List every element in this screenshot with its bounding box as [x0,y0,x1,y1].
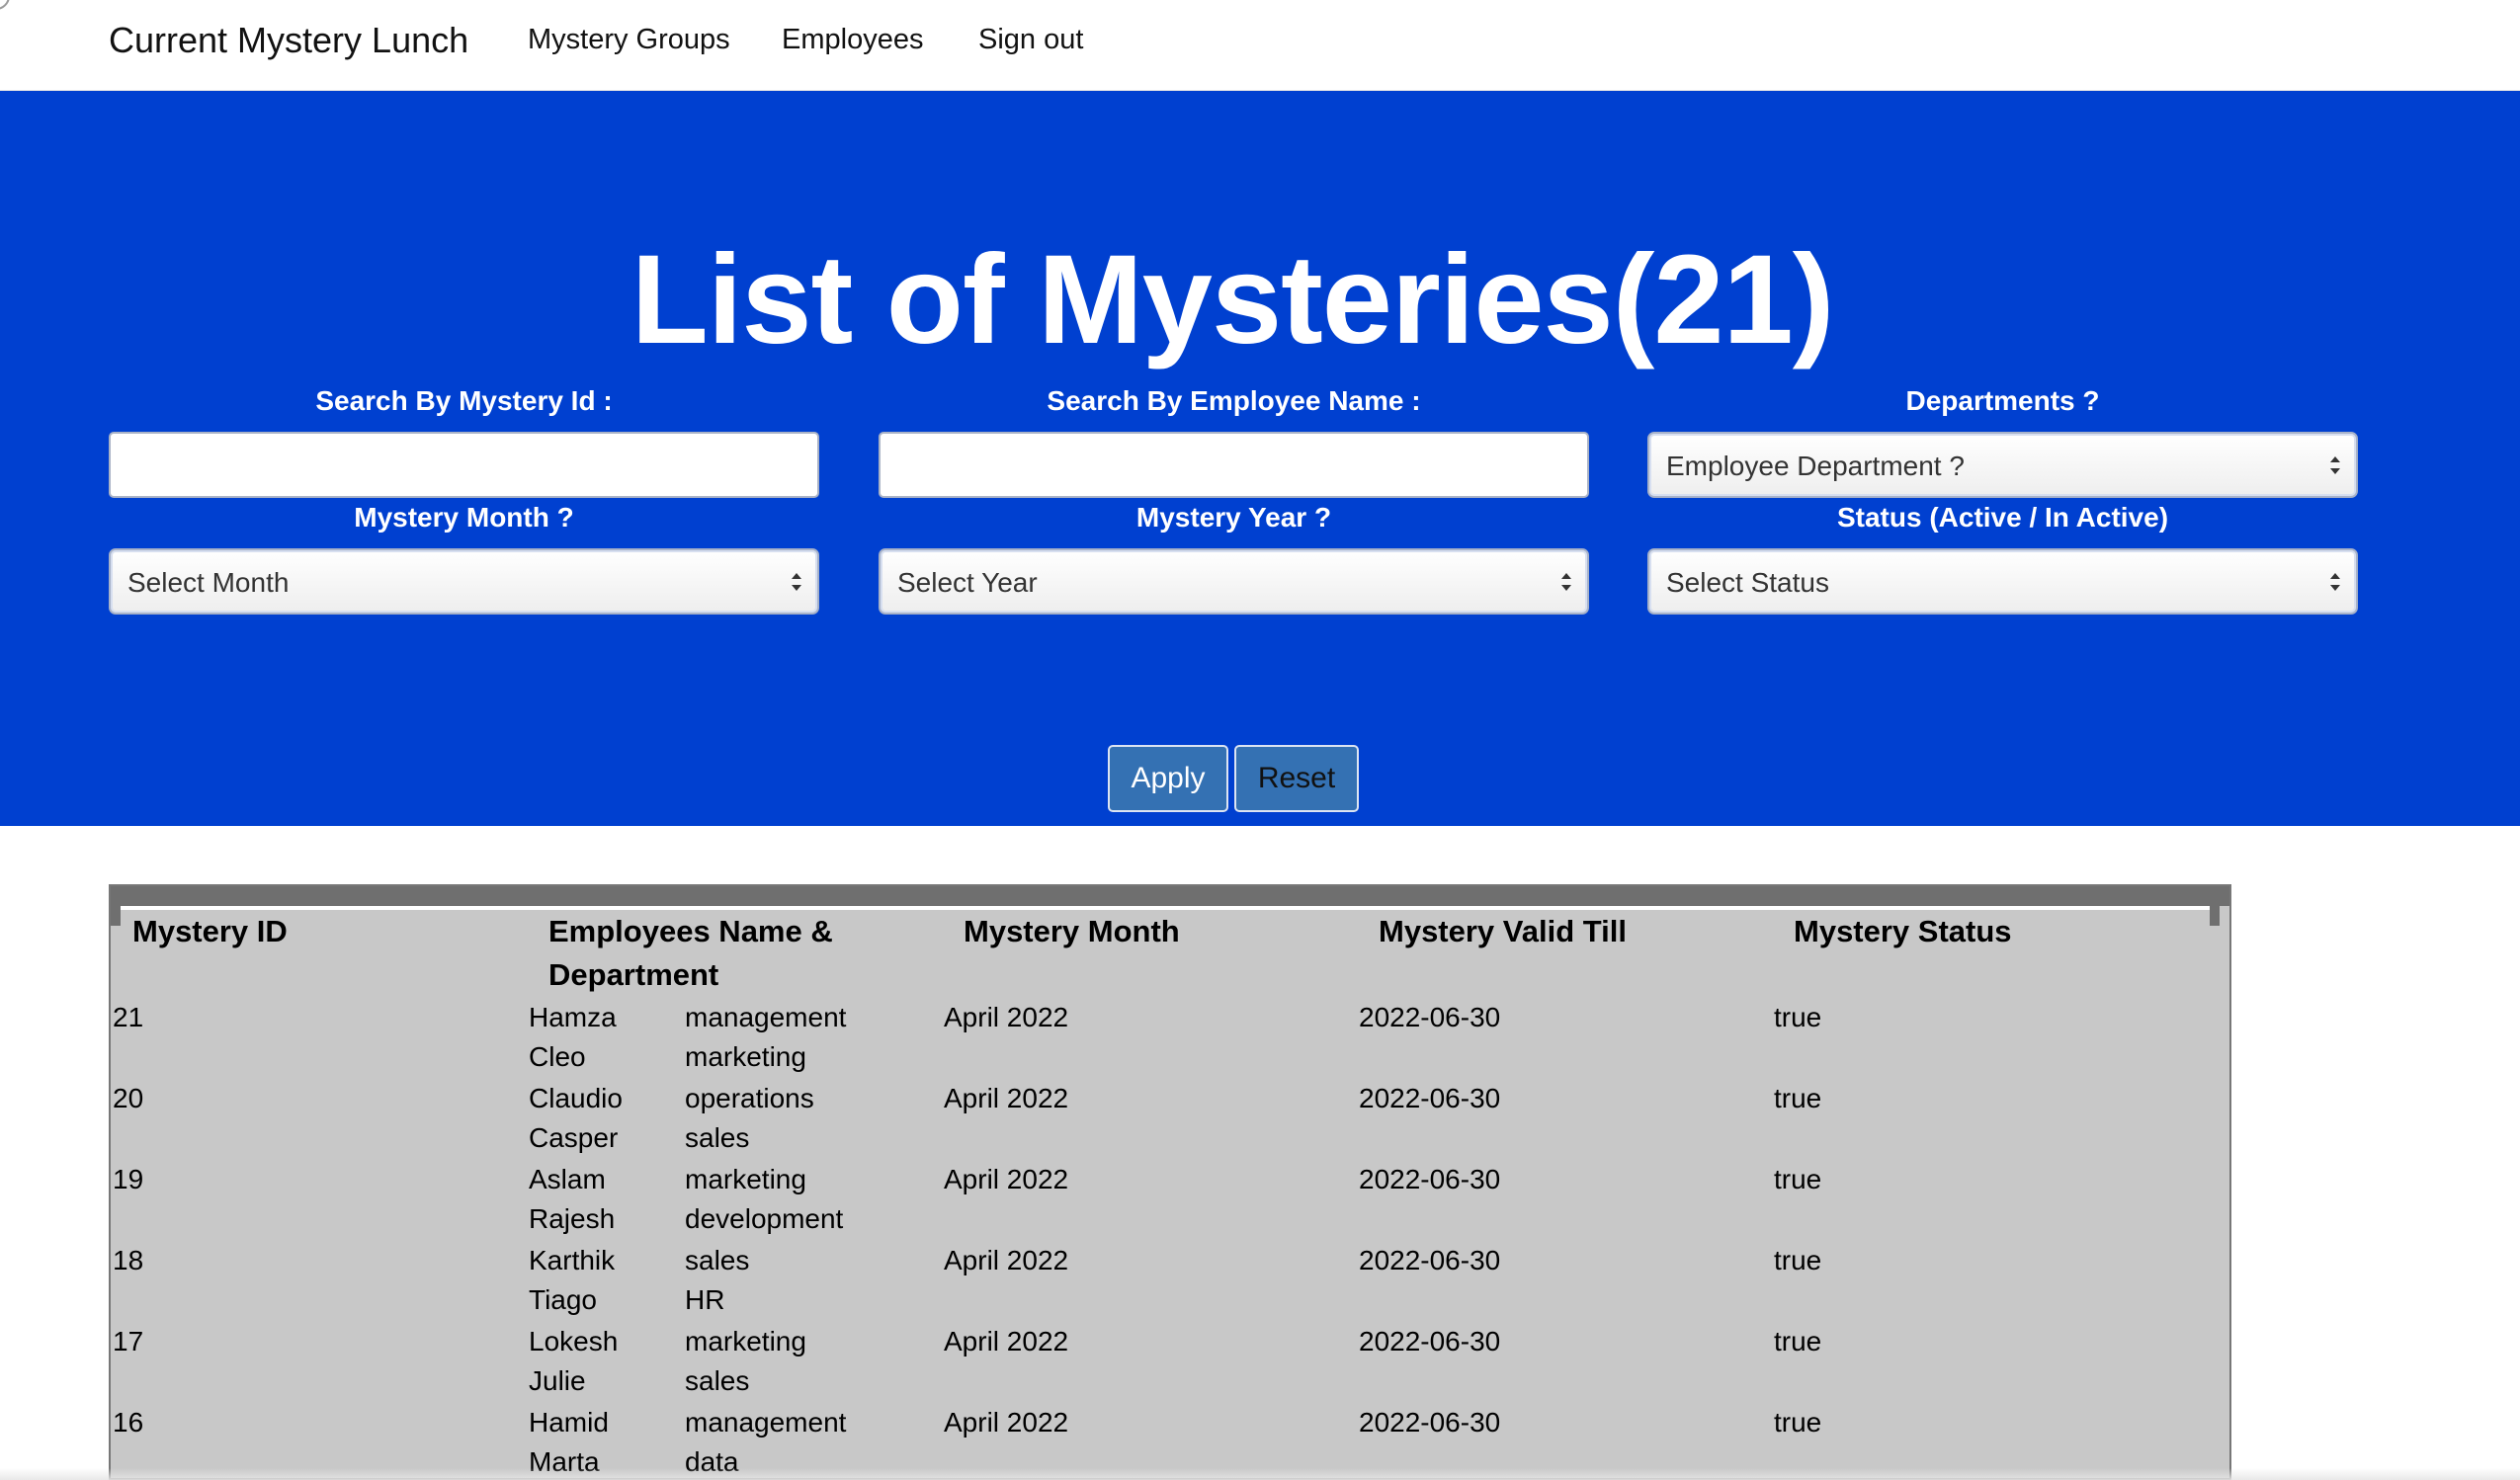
nav-link-mystery-groups[interactable]: Mystery Groups [528,24,730,56]
cell-mystery-id: 18 [113,1245,144,1275]
reset-button[interactable]: Reset [1234,745,1359,812]
table-corner-left [111,906,121,926]
nav-link-sign-out[interactable]: Sign out [978,24,1083,56]
bottom-edge [0,1468,2520,1480]
status-select-value: Select Status [1666,567,1829,598]
status-label: Status (Active / In Active) [1836,502,2169,533]
cell-mystery-status: true [1774,1326,1822,1357]
cell-employee-name: Cleo [529,1041,586,1072]
cell-employee-name: Hamza [529,1002,617,1032]
month-select-value: Select Month [127,567,290,598]
cell-employee-name: Tiago [529,1284,598,1315]
cell-mystery-status: true [1774,1164,1822,1194]
month-select[interactable]: Select Month [109,548,819,615]
header-employees-department: Employees Name & Department [548,914,833,992]
cell-mystery-status: true [1774,1245,1822,1275]
cell-mystery-month: April 2022 [944,1407,1069,1438]
cell-employee-name: Casper [529,1122,619,1153]
cell-mystery-status: true [1774,1002,1822,1032]
cell-valid-till: 2022-06-30 [1359,1407,1501,1438]
cell-employee-department: operations [685,1083,814,1113]
cell-mystery-status: true [1774,1083,1822,1113]
table-corner-right [2210,906,2220,926]
cell-mystery-month: April 2022 [944,1083,1069,1113]
nav-link-employees[interactable]: Employees [782,24,923,56]
mysteries-table: Mystery ID Employees Name & Department M… [109,884,2231,1480]
header-valid-till: Mystery Valid Till [1379,914,1627,948]
cell-valid-till: 2022-06-30 [1359,1164,1501,1194]
employee-name-label: Search By Employee Name : [1047,385,1421,416]
select-arrows-icon [1561,573,1571,591]
header-mystery-month: Mystery Month [964,914,1180,948]
cell-employee-department: marketing [685,1164,806,1194]
mystery-id-label: Search By Mystery Id : [315,385,613,416]
cell-employee-department: sales [685,1365,750,1396]
mystery-year-label: Mystery Year ? [1135,502,1332,533]
mystery-month-label: Mystery Month ? [354,502,574,533]
cell-mystery-id: 17 [113,1326,144,1357]
select-arrows-icon [792,573,801,591]
status-select[interactable]: Select Status [1647,548,2358,615]
cell-valid-till: 2022-06-30 [1359,1245,1501,1275]
select-arrows-icon [2330,456,2340,474]
cell-mystery-id: 16 [113,1407,144,1438]
cell-employee-name: Lokesh [529,1326,619,1357]
cell-employee-name: Hamid [529,1407,609,1438]
cell-valid-till: 2022-06-30 [1359,1083,1501,1113]
cell-employee-department: HR [685,1284,725,1315]
cell-employee-name: Karthik [529,1245,616,1275]
cell-employee-name: Claudio [529,1083,623,1113]
brand-link[interactable]: Current Mystery Lunch [109,20,468,61]
cell-mystery-month: April 2022 [944,1326,1069,1357]
cell-valid-till: 2022-06-30 [1359,1326,1501,1357]
filter-panel: List of Mysteries(21) Search By Mystery … [0,91,2520,826]
cell-mystery-id: 20 [113,1083,144,1113]
mystery-id-input[interactable] [109,432,819,498]
year-select[interactable]: Select Year [879,548,1589,615]
cell-employee-department: management [685,1002,847,1032]
cell-employee-department: sales [685,1245,750,1275]
cell-employee-department: sales [685,1122,750,1153]
top-navbar: Current Mystery Lunch Mystery Groups Emp… [0,0,2520,91]
employee-name-input[interactable] [879,432,1589,498]
apply-button[interactable]: Apply [1108,745,1228,812]
cell-employee-name: Aslam [529,1164,606,1194]
cell-mystery-id: 19 [113,1164,144,1194]
header-mystery-id: Mystery ID [132,914,288,948]
cell-valid-till: 2022-06-30 [1359,1002,1501,1032]
cell-employee-name: Julie [529,1365,586,1396]
table-top-border [111,886,2229,906]
header-mystery-status: Mystery Status [1794,914,2012,948]
window-corner-icon [0,0,10,10]
cell-mystery-status: true [1774,1407,1822,1438]
year-select-value: Select Year [897,567,1038,598]
department-select[interactable]: Employee Department ? [1647,432,2358,498]
cell-employee-department: development [685,1203,844,1234]
department-select-value: Employee Department ? [1666,451,1965,481]
cell-mystery-month: April 2022 [944,1164,1069,1194]
cell-employee-department: marketing [685,1041,806,1072]
cell-employee-department: management [685,1407,847,1438]
cell-mystery-id: 21 [113,1002,144,1032]
cell-mystery-month: April 2022 [944,1002,1069,1032]
page-title: List of Mysteries(21) [630,229,1835,370]
departments-label: Departments ? [1905,385,2100,416]
cell-mystery-month: April 2022 [944,1245,1069,1275]
select-arrows-icon [2330,573,2340,591]
cell-employee-name: Rajesh [529,1203,616,1234]
cell-employee-department: marketing [685,1326,806,1357]
